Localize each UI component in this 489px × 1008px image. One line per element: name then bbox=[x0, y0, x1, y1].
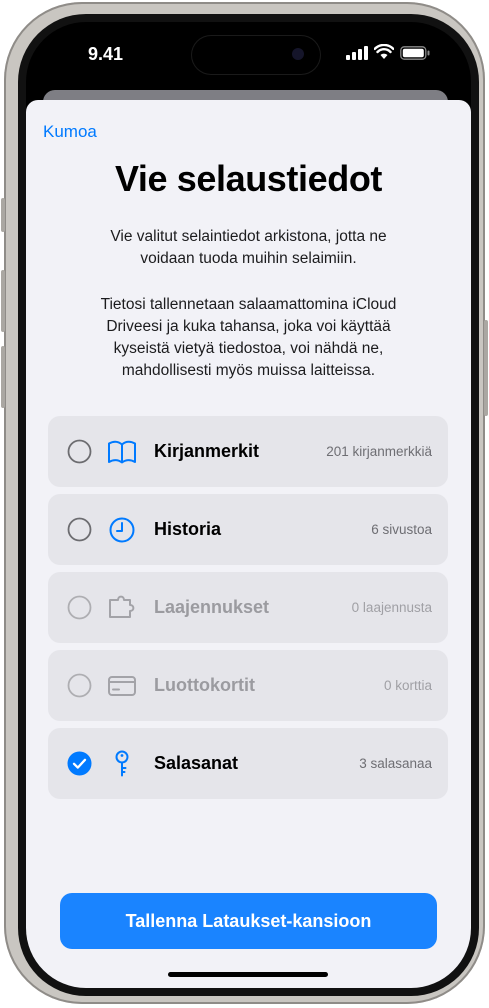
front-camera bbox=[292, 48, 304, 60]
radio-unchecked-icon[interactable] bbox=[67, 439, 92, 464]
checkmark-circle-icon[interactable] bbox=[67, 751, 92, 776]
option-label: Laajennukset bbox=[154, 597, 270, 617]
option-credit-cards: Luottokortit 0 korttia bbox=[48, 650, 448, 721]
phone-frame: 9.41 Kumoa Vie selaustiedot Vie valitut … bbox=[1, 2, 488, 1004]
clock-icon bbox=[109, 517, 135, 543]
description-text: Vie valitut selaintiedot arkistona, jott… bbox=[110, 228, 387, 267]
option-count: 0 laajennusta bbox=[351, 600, 432, 615]
cellular-signal-icon bbox=[346, 46, 368, 60]
export-sheet: Kumoa Vie selaustiedot Vie valitut selai… bbox=[26, 100, 471, 988]
radio-unchecked-icon bbox=[67, 673, 92, 698]
radio-unchecked-icon bbox=[67, 595, 92, 620]
screen: 9.41 Kumoa Vie selaustiedot Vie valitut … bbox=[26, 22, 471, 988]
key-icon bbox=[115, 750, 129, 777]
book-icon bbox=[108, 440, 136, 464]
option-count: 6 sivustoa bbox=[371, 522, 432, 537]
puzzle-piece-icon bbox=[109, 595, 135, 618]
credit-card-icon bbox=[108, 676, 136, 696]
status-time: 9.41 bbox=[88, 44, 124, 64]
option-extensions: Laajennukset 0 laajennusta bbox=[48, 572, 448, 643]
option-bookmarks[interactable]: Kirjanmerkit 201 kirjanmerkkiä bbox=[48, 416, 448, 487]
home-indicator bbox=[168, 972, 328, 977]
cancel-button[interactable]: Kumoa bbox=[43, 122, 97, 142]
option-label: Luottokortit bbox=[154, 675, 255, 695]
volume-down-button bbox=[1, 346, 5, 408]
radio-unchecked-icon[interactable] bbox=[67, 517, 92, 542]
wifi-icon bbox=[374, 44, 394, 59]
data-options-list: Kirjanmerkit 201 kirjanmerkkiä Historia … bbox=[48, 416, 448, 806]
action-button bbox=[1, 198, 5, 232]
option-count: 201 kirjanmerkkiä bbox=[326, 444, 432, 459]
option-count: 0 korttia bbox=[383, 678, 432, 693]
sheet-title: Vie selaustiedot bbox=[114, 158, 383, 199]
option-label: Historia bbox=[154, 519, 222, 539]
power-button bbox=[484, 320, 488, 416]
warning-text: Tietosi tallennetaan salaamattomina iClo… bbox=[100, 296, 397, 379]
volume-up-button bbox=[1, 270, 5, 332]
option-count: 3 salasanaa bbox=[359, 756, 432, 771]
option-history[interactable]: Historia 6 sivustoa bbox=[48, 494, 448, 565]
status-bar: 9.41 bbox=[26, 22, 471, 86]
option-label: Salasanat bbox=[154, 753, 239, 773]
battery-icon bbox=[400, 46, 430, 60]
option-label: Kirjanmerkit bbox=[154, 441, 260, 461]
save-to-downloads-button[interactable]: Tallenna Lataukset-kansioon bbox=[60, 893, 437, 949]
option-passwords[interactable]: Salasanat 3 salasanaa bbox=[48, 728, 448, 799]
